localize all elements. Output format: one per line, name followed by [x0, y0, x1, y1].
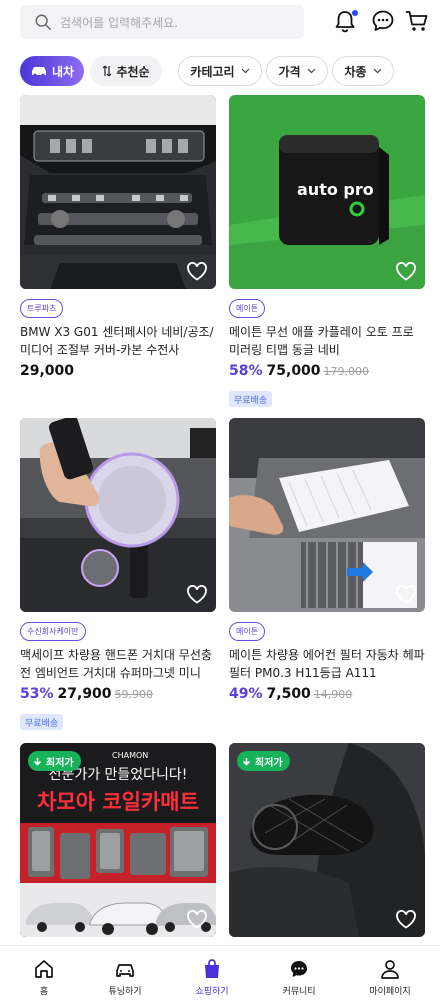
lowest-price-label: 최저가 — [255, 757, 283, 769]
product-title[interactable]: 메이튼 차량용 에어컨 필터 자동차 헤파필터 PM0.3 H11등급 A111 — [229, 646, 425, 682]
bottom-nav: 홈 튜닝하기 쇼핑하기 커뮤니티 마이페이지 — [0, 945, 440, 1001]
discount-rate: 53% — [20, 686, 54, 702]
sort-chip[interactable]: 추천순 — [90, 56, 162, 86]
price: 29,000 — [20, 363, 75, 379]
brand-tag: 메이튼 — [229, 299, 266, 318]
product-image[interactable]: 최저가 — [229, 743, 425, 937]
arrow-down-icon — [33, 757, 42, 766]
sort-label: 추천순 — [116, 64, 150, 79]
sort-icon — [103, 65, 112, 77]
original-price: 14,900 — [313, 688, 353, 701]
nav-tuning[interactable]: 튜닝하기 — [81, 946, 169, 1001]
brand-tag: 메이튼 — [229, 622, 266, 641]
nav-label: 커뮤니티 — [282, 987, 316, 997]
price-row: 53% 27,900 59,900 — [20, 686, 153, 702]
lowest-price-badge: 최저가 — [28, 751, 81, 771]
discount-rate: 58% — [229, 363, 263, 379]
category-filter[interactable]: 카테고리 — [178, 56, 262, 86]
my-car-chip[interactable]: 내차 — [20, 56, 84, 86]
nav-home[interactable]: 홈 — [0, 946, 88, 1001]
heart-icon[interactable] — [186, 909, 208, 929]
nav-label: 튜닝하기 — [108, 987, 142, 997]
brand-tag: 수신회사케이만 — [20, 622, 86, 641]
search-placeholder: 검색어를 입력해주세요. — [60, 15, 179, 30]
filter-row: 내차 추천순 카테고리 가격 차종 — [0, 56, 440, 86]
my-car-label: 내차 — [51, 64, 75, 79]
price: 75,000 — [266, 363, 321, 379]
price-filter[interactable]: 가격 — [266, 56, 328, 86]
price-row: 29,000 — [20, 363, 74, 379]
lowest-price-label: 최저가 — [46, 757, 74, 769]
heart-icon[interactable] — [395, 584, 417, 604]
price: 7,500 — [266, 686, 311, 702]
price-row: 49% 7,500 14,900 — [229, 686, 352, 702]
free-shipping-badge: 무료배송 — [20, 714, 64, 730]
product-image[interactable] — [20, 95, 216, 289]
search-input[interactable]: 검색어를 입력해주세요. — [20, 5, 304, 39]
brand-logo-text: CHAMON — [112, 751, 148, 760]
chat-icon — [291, 961, 307, 977]
headline-text: 차모아 코일카매트 — [37, 790, 199, 814]
chevron-down-icon — [307, 68, 315, 74]
nav-label: 홈 — [39, 987, 49, 997]
product-image[interactable]: CHAMON 전문가가 만들었다니다! 차모아 코일카매트 최저가 — [20, 743, 216, 937]
heart-icon[interactable] — [186, 261, 208, 281]
car-type-filter[interactable]: 차종 — [332, 56, 394, 86]
notification-dot — [352, 10, 358, 16]
free-shipping-badge: 무료배송 — [229, 391, 273, 407]
product-title[interactable]: 맥세이프 차량용 핸드폰 거치대 무선충전 엠비언트 거치대 슈퍼마그넷 미니 — [20, 646, 216, 682]
price: 27,900 — [57, 686, 112, 702]
product-title[interactable]: BMW X3 G01 센터페시아 네비/공조/미디어 조절부 커버-카본 수전사 — [20, 323, 216, 359]
arrow-down-icon — [242, 757, 251, 766]
brand-tag: 트루파츠 — [20, 299, 64, 318]
category-label: 카테고리 — [190, 64, 235, 79]
device-logo: auto pro — [297, 180, 374, 199]
header: 검색어를 입력해주세요. — [0, 0, 440, 48]
chevron-down-icon — [241, 68, 250, 74]
product-image[interactable]: auto pro — [229, 95, 425, 289]
original-price: 179,000 — [323, 365, 370, 378]
product-image[interactable] — [20, 418, 216, 612]
heart-icon[interactable] — [186, 584, 208, 604]
car-icon — [31, 67, 46, 77]
person-icon — [381, 960, 399, 979]
heart-icon[interactable] — [395, 909, 417, 929]
chevron-down-icon — [373, 68, 381, 74]
cart-icon[interactable] — [404, 8, 430, 34]
chat-icon[interactable] — [370, 8, 396, 34]
home-icon — [35, 960, 53, 978]
nav-community[interactable]: 커뮤니티 — [255, 946, 343, 1001]
product-image[interactable] — [229, 418, 425, 612]
car-icon — [116, 964, 134, 977]
shopping-bag-icon — [205, 959, 219, 978]
lowest-price-badge: 최저가 — [237, 751, 290, 771]
product-title[interactable]: 메이튼 무선 애플 카플레이 오토 프로 미러링 티맵 동글 네비 — [229, 323, 425, 359]
heart-icon[interactable] — [395, 261, 417, 281]
nav-label: 쇼핑하기 — [195, 987, 229, 997]
original-price: 59,900 — [114, 688, 154, 701]
price-row: 58% 75,000 179,000 — [229, 363, 369, 379]
price-label: 가격 — [278, 64, 301, 79]
nav-shopping[interactable]: 쇼핑하기 — [168, 946, 256, 1001]
search-icon — [35, 14, 51, 30]
nav-mypage[interactable]: 마이페이지 — [346, 946, 434, 1001]
car-type-label: 차종 — [344, 64, 367, 79]
nav-label: 마이페이지 — [369, 987, 411, 997]
discount-rate: 49% — [229, 686, 263, 702]
